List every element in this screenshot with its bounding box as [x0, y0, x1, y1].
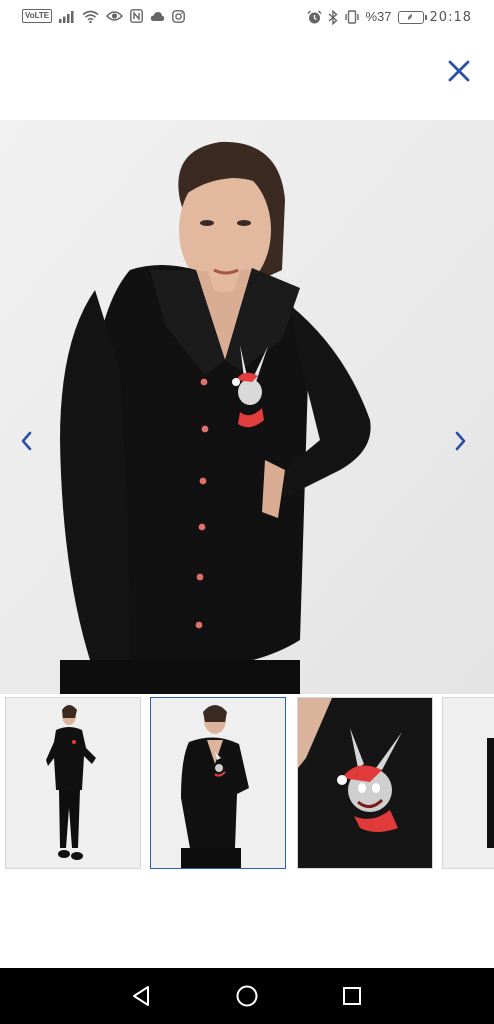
status-time: 20:18: [429, 9, 472, 25]
back-button[interactable]: [129, 984, 153, 1008]
next-image-button[interactable]: [450, 428, 470, 454]
back-triangle-icon: [133, 986, 149, 1006]
previous-image-button[interactable]: [17, 428, 37, 454]
thumbnail-partial[interactable]: [442, 697, 494, 869]
nfc-icon: [130, 9, 144, 23]
recents-button[interactable]: [340, 984, 364, 1008]
cloud-icon: [150, 11, 165, 21]
status-bar: VoLTE %37 20:18: [0, 0, 494, 36]
thumbnail-image: [151, 698, 285, 868]
home-button[interactable]: [235, 984, 259, 1008]
status-right-group: %37 20:18: [306, 9, 473, 25]
close-icon: [448, 60, 470, 82]
vibrate-icon: [344, 10, 359, 24]
chevron-left-icon: [21, 431, 32, 451]
chevron-right-icon: [455, 431, 466, 451]
home-circle-icon: [236, 985, 258, 1007]
alarm-icon: [306, 9, 322, 23]
system-navigation-bar: [0, 968, 494, 1024]
instagram-icon: [172, 9, 186, 23]
status-left-group: VoLTE: [22, 9, 186, 23]
thumbnail-half-body[interactable]: [150, 697, 286, 869]
recents-square-icon: [343, 987, 361, 1005]
thumbnail-image: [298, 698, 432, 868]
battery-icon: [397, 10, 427, 24]
thumbnail-strip: [0, 697, 494, 871]
thumbnail-closeup-print[interactable]: [297, 697, 433, 869]
volte-icon: VoLTE: [22, 9, 53, 23]
bluetooth-icon: [328, 9, 338, 25]
thumbnail-image: [443, 698, 494, 868]
thumbnail-full-length[interactable]: [5, 697, 141, 869]
main-product-image[interactable]: [0, 120, 494, 694]
wifi-icon: [82, 10, 99, 23]
close-button[interactable]: [446, 58, 472, 84]
signal-bars-icon: [59, 10, 74, 23]
eye-icon: [106, 11, 124, 21]
model-photo: [0, 120, 494, 694]
battery-percent: %37: [365, 9, 392, 24]
thumbnail-image: [6, 698, 140, 868]
